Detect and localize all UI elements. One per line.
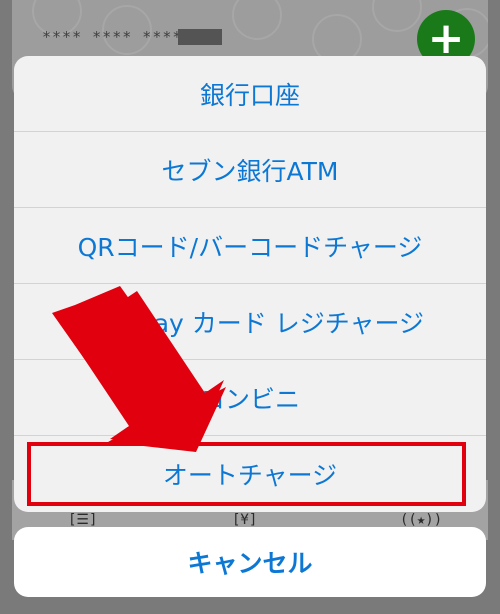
pointer-arrow-icon bbox=[52, 286, 226, 452]
